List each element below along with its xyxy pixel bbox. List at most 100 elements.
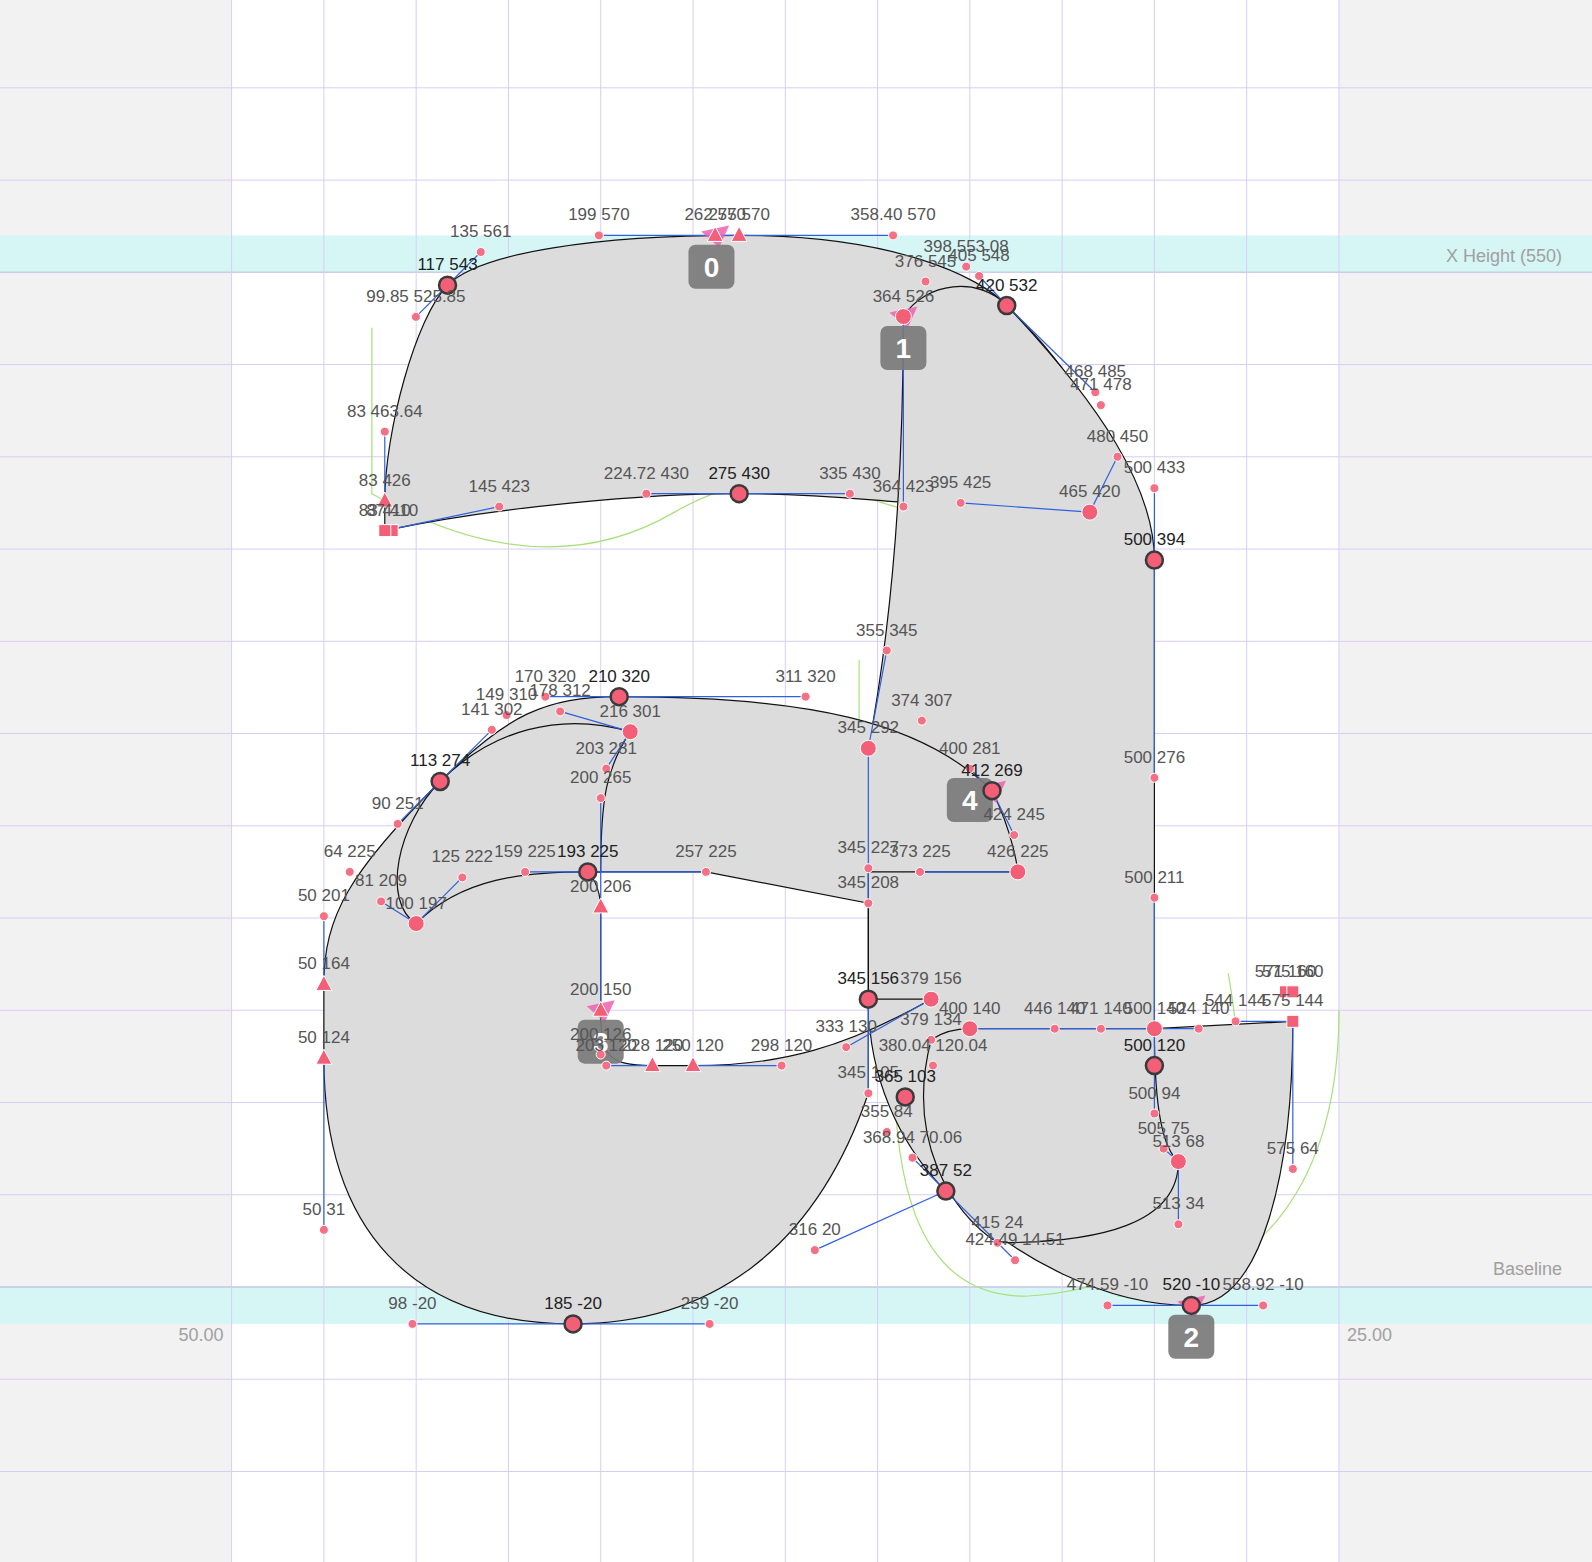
coordinate-label: 193 225 [557, 842, 618, 861]
handle-node[interactable] [1259, 1301, 1268, 1310]
corner-node[interactable] [316, 975, 332, 990]
corner-node[interactable] [707, 226, 723, 241]
handle-line [961, 503, 1090, 512]
smooth-node[interactable] [408, 916, 424, 932]
handle-node[interactable] [842, 1043, 851, 1052]
handle-node[interactable] [899, 502, 908, 511]
on-curve-node[interactable] [1146, 1057, 1163, 1074]
handle-node[interactable] [408, 1319, 417, 1328]
smooth-node[interactable] [895, 309, 911, 325]
on-curve-node[interactable] [432, 773, 449, 790]
handle-line [1236, 1021, 1293, 1022]
on-curve-node[interactable] [565, 1315, 582, 1332]
smooth-node[interactable] [860, 740, 876, 756]
corner-node[interactable] [644, 1057, 660, 1072]
handle-node[interactable] [864, 1089, 873, 1098]
handle-node[interactable] [377, 897, 386, 906]
on-curve-node[interactable] [937, 1183, 954, 1200]
handle-node[interactable] [1150, 1109, 1159, 1118]
handle-node[interactable] [594, 231, 603, 240]
square-node[interactable] [379, 525, 391, 537]
handle-node[interactable] [1096, 1024, 1105, 1033]
handle-node[interactable] [1174, 1220, 1183, 1229]
handle-node[interactable] [393, 819, 402, 828]
handle-node[interactable] [411, 312, 420, 321]
handle-node[interactable] [521, 867, 530, 876]
handle-node[interactable] [642, 489, 651, 498]
handle-node[interactable] [1010, 830, 1019, 839]
handle-node[interactable] [810, 1246, 819, 1255]
on-curve-node[interactable] [860, 991, 877, 1008]
coordinate-label: 83 463.64 [347, 402, 423, 421]
handle-node[interactable] [921, 277, 930, 286]
handle-node[interactable] [889, 231, 898, 240]
handle-node[interactable] [1096, 401, 1105, 410]
coordinate-label: 520 -10 [1162, 1275, 1220, 1294]
smooth-node[interactable] [622, 724, 638, 740]
start-point[interactable]: 0 [688, 225, 734, 288]
on-curve-node[interactable] [1183, 1297, 1200, 1314]
handle-node[interactable] [801, 692, 810, 701]
smooth-node[interactable] [1170, 1154, 1186, 1170]
smooth-node[interactable] [962, 1021, 978, 1037]
handle-node[interactable] [1150, 484, 1159, 493]
corner-node[interactable] [593, 1001, 609, 1016]
handle-node[interactable] [380, 427, 389, 436]
handle-node[interactable] [956, 498, 965, 507]
corner-node[interactable] [685, 1057, 701, 1072]
handle-node[interactable] [495, 502, 504, 511]
handle-node[interactable] [319, 1225, 328, 1234]
handle-node[interactable] [1050, 1024, 1059, 1033]
handle-node[interactable] [345, 867, 354, 876]
corner-node[interactable] [731, 226, 747, 241]
coordinate-label: 90 251 [372, 794, 424, 813]
handle-node[interactable] [1194, 1024, 1203, 1033]
corner-node[interactable] [316, 1049, 332, 1064]
on-curve-node[interactable] [731, 485, 748, 502]
coordinate-label: 374 307 [891, 691, 952, 710]
handle-node[interactable] [1011, 1256, 1020, 1265]
on-curve-node[interactable] [998, 297, 1015, 314]
start-point[interactable]: 1 [880, 307, 926, 370]
square-node[interactable] [1287, 1015, 1299, 1027]
handle-node[interactable] [1103, 1301, 1112, 1310]
smooth-node[interactable] [1082, 504, 1098, 520]
handle-node[interactable] [1150, 893, 1159, 902]
bowl-contour[interactable] [324, 697, 1018, 1324]
coordinate-label: 415 24 [972, 1213, 1024, 1232]
coordinate-label: 500 120 [1124, 1036, 1185, 1055]
handle-node[interactable] [458, 873, 467, 882]
handle-node[interactable] [1113, 452, 1122, 461]
handle-node[interactable] [864, 864, 873, 873]
handle-node[interactable] [777, 1061, 786, 1070]
handle-node[interactable] [917, 716, 926, 725]
sidebearing-label: 50.00 [179, 1325, 224, 1345]
handle-node[interactable] [1150, 773, 1159, 782]
handle-node[interactable] [845, 489, 854, 498]
corner-node[interactable] [593, 898, 609, 913]
handle-node[interactable] [602, 1061, 611, 1070]
start-point[interactable]: 2 [1168, 1295, 1214, 1358]
smooth-node[interactable] [1010, 864, 1026, 880]
handle-node[interactable] [1231, 1017, 1240, 1026]
handle-node[interactable] [908, 1153, 917, 1162]
smooth-node[interactable] [1146, 1021, 1162, 1037]
smooth-node[interactable] [923, 991, 939, 1007]
on-curve-node[interactable] [1146, 552, 1163, 569]
on-curve-node[interactable] [983, 782, 1000, 799]
inner-contour[interactable] [397, 724, 1178, 1243]
handle-node[interactable] [701, 867, 710, 876]
handle-node[interactable] [556, 707, 565, 716]
handle-node[interactable] [882, 646, 891, 655]
coordinate-label: 203 281 [576, 739, 637, 758]
handle-node[interactable] [487, 725, 496, 734]
handle-node[interactable] [916, 867, 925, 876]
handle-node[interactable] [1288, 1164, 1297, 1173]
handle-node[interactable] [864, 899, 873, 908]
handle-node[interactable] [705, 1319, 714, 1328]
handle-node[interactable] [319, 912, 328, 921]
start-badge [880, 326, 926, 370]
coordinate-label: 125 222 [432, 847, 493, 866]
glyph-canvas[interactable]: X Height (550)Baseline50.0025.0001234135… [0, 0, 1592, 1562]
handle-node[interactable] [596, 794, 605, 803]
